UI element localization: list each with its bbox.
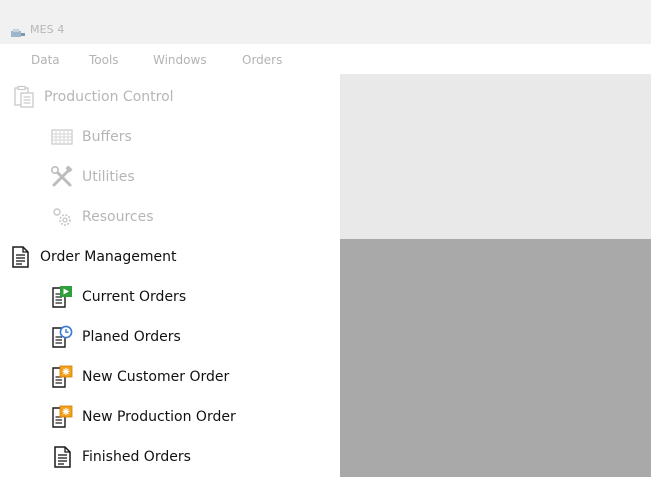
clipboard-icon xyxy=(12,85,36,109)
document-play-icon xyxy=(50,285,74,309)
app-logo-icon xyxy=(10,24,26,37)
nav-new-production-order-label: New Production Order xyxy=(82,409,236,425)
nav-buffers-label: Buffers xyxy=(82,129,132,145)
nav-current-orders-label: Current Orders xyxy=(82,289,187,305)
menu-orders[interactable]: Orders xyxy=(241,53,283,67)
nav-resources[interactable]: Resources xyxy=(50,200,154,234)
document-icon xyxy=(50,445,74,469)
menu-tools[interactable]: Tools xyxy=(88,53,120,67)
nav-order-management[interactable]: Order Management xyxy=(8,240,176,274)
tools-icon xyxy=(50,165,74,189)
document-new-icon xyxy=(50,365,74,389)
nav-finished-orders[interactable]: Finished Orders xyxy=(50,440,191,474)
menu-windows[interactable]: Windows xyxy=(152,53,208,67)
nav-current-orders[interactable]: Current Orders xyxy=(50,280,186,314)
menu-data[interactable]: Data xyxy=(30,53,61,67)
nav-utilities-label: Utilities xyxy=(82,169,135,185)
nav-planed-orders[interactable]: Planed Orders xyxy=(50,320,181,354)
document-icon xyxy=(8,245,32,269)
document-clock-icon xyxy=(50,325,74,349)
title-bar: MES 4 xyxy=(0,0,651,44)
content-workspace xyxy=(340,239,651,477)
nav-new-production-order[interactable]: New Production Order xyxy=(50,400,236,434)
nav-resources-label: Resources xyxy=(82,209,154,225)
nav-new-customer-order-label: New Customer Order xyxy=(82,369,230,385)
nav-order-management-label: Order Management xyxy=(40,249,177,265)
sidebar-nav: Production Control Buffers Utilities Res… xyxy=(0,74,340,477)
nav-planed-orders-label: Planed Orders xyxy=(82,329,181,345)
menu-bar: Data Tools Windows Orders xyxy=(0,44,651,74)
content-header-area xyxy=(340,74,651,239)
grid-icon xyxy=(50,125,74,149)
nav-production-control[interactable]: Production Control xyxy=(12,80,174,114)
gears-icon xyxy=(50,205,74,229)
nav-production-control-label: Production Control xyxy=(44,89,174,105)
nav-finished-orders-label: Finished Orders xyxy=(82,449,191,465)
nav-new-customer-order[interactable]: New Customer Order xyxy=(50,360,229,394)
nav-buffers[interactable]: Buffers xyxy=(50,120,132,154)
window-title: MES 4 xyxy=(30,23,65,36)
nav-utilities[interactable]: Utilities xyxy=(50,160,135,194)
document-new-icon xyxy=(50,405,74,429)
